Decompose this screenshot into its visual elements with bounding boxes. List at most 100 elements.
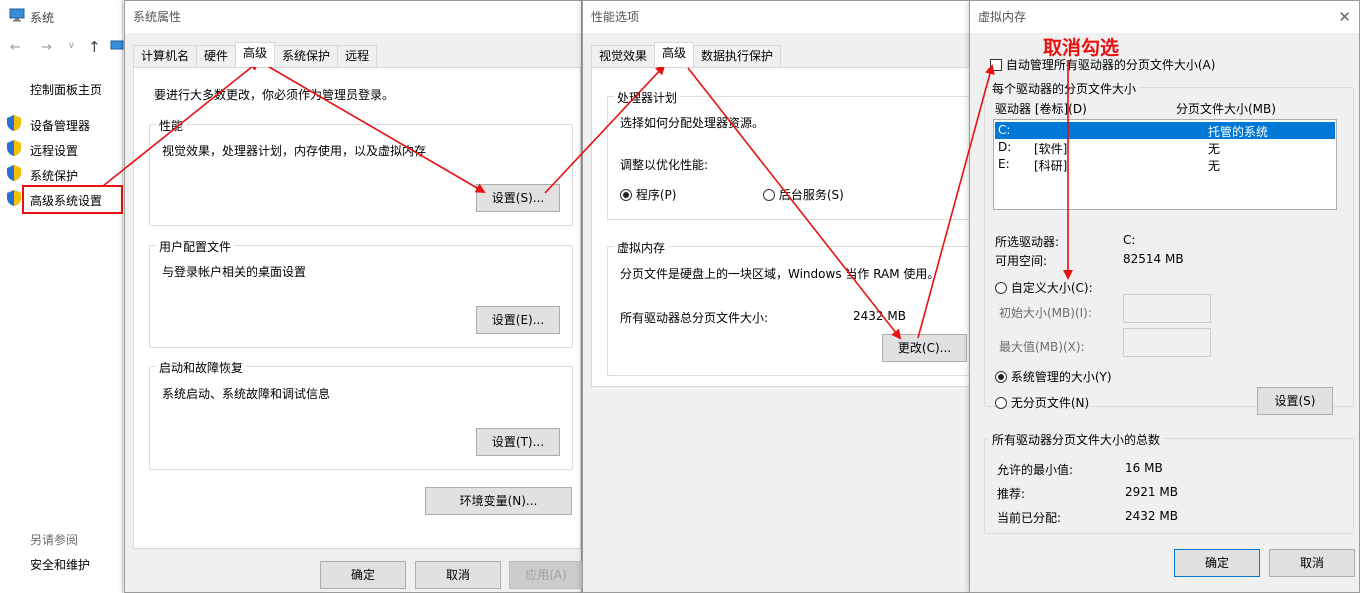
security-maintenance-link[interactable]: 安全和维护 [30,556,90,573]
dialog-title: 系统属性 [125,1,581,33]
change-button[interactable]: 更改(C)... [882,334,967,362]
tab-strip: 视觉效果 高级 数据执行保护 [591,42,782,67]
drive-size: 无 [1208,159,1221,173]
tab-hardware[interactable]: 硬件 [196,45,237,67]
column-size: 分页文件大小(MB) [1176,102,1276,116]
apply-button[interactable]: 应用(A) [509,561,583,589]
radio-label: 系统管理的大小(Y) [1010,370,1112,384]
radio-label: 程序(P) [635,188,677,202]
close-icon[interactable]: ✕ [1338,8,1351,26]
shield-icon [7,115,21,131]
chevron-down-icon[interactable]: ∨ [68,41,75,51]
group-label: 所有驱动器分页文件大小的总数 [989,431,1164,448]
dialog-title: 性能选项 [583,1,969,33]
group-label: 启动和故障恢复 [156,359,247,376]
selected-drive-label: 所选驱动器: [995,235,1060,249]
min-allowed-label: 允许的最小值: [997,463,1074,477]
total-paging-label: 所有驱动器总分页文件大小: [620,311,769,325]
tab-dep[interactable]: 数据执行保护 [693,45,782,67]
cancel-button[interactable]: 取消 [1269,549,1355,577]
window-title: 系统 [30,11,55,25]
radio-label: 自定义大小(C): [1010,281,1093,295]
recommended-label: 推荐: [997,487,1026,501]
drive-letter: D: [998,140,1012,154]
drive-size: 托管的系统 [1208,125,1269,139]
checkbox-box[interactable] [990,59,1002,71]
no-paging-radio[interactable]: 无分页文件(N) [995,394,1089,411]
profile-settings-button[interactable]: 设置(E)... [476,306,560,334]
performance-group: 性能 视觉效果，处理器计划，内存使用，以及虚拟内存 设置(S)... [149,117,573,226]
system-managed-radio[interactable]: 系统管理的大小(Y) [995,368,1112,385]
auto-manage-checkbox[interactable]: 自动管理所有驱动器的分页文件大小(A) [990,56,1215,73]
system-properties-dialog: 系统属性 计算机名 硬件 高级 系统保护 远程 要进行大多数更改，你必须作为管理… [124,0,583,593]
list-item[interactable]: E: [科研] 无 [995,156,1335,173]
tab-advanced[interactable]: 高级 [654,42,695,67]
currently-allocated-value: 2432 MB [1125,509,1178,523]
tab-system-protection[interactable]: 系统保护 [274,45,339,67]
max-size-input[interactable] [1123,328,1211,357]
initial-size-input[interactable] [1123,294,1211,323]
group-desc: 分页文件是硬盘上的一块区域，Windows 当作 RAM 使用。 [620,267,940,281]
max-size-label: 最大值(MB)(X): [999,340,1085,354]
virtual-memory-group: 虚拟内存 分页文件是硬盘上的一块区域，Windows 当作 RAM 使用。 所有… [607,239,972,376]
device-manager-link[interactable]: 设备管理器 [30,117,90,134]
radio-dot[interactable] [620,189,632,201]
radio-dot[interactable] [995,371,1007,383]
monitor-small-icon [110,40,124,50]
group-desc: 选择如何分配处理器资源。 [620,116,765,130]
tab-strip: 计算机名 硬件 高级 系统保护 远程 [133,42,378,67]
ok-button[interactable]: 确定 [320,561,406,589]
group-label: 用户配置文件 [156,238,235,255]
group-label: 虚拟内存 [614,239,669,256]
min-allowed-value: 16 MB [1125,461,1163,475]
radio-label: 后台服务(S) [778,188,844,202]
advanced-settings-link[interactable]: 高级系统设置 [30,192,102,209]
tab-computer-name[interactable]: 计算机名 [133,45,198,67]
forward-arrow-icon[interactable]: → [41,40,52,55]
startup-settings-button[interactable]: 设置(T)... [476,428,560,456]
virtual-memory-dialog: 虚拟内存 ✕ 取消勾选 自动管理所有驱动器的分页文件大小(A) 每个驱动器的分页… [969,0,1360,593]
tab-panel: 处理器计划 选择如何分配处理器资源。 调整以优化性能: 程序(P) 后台服务(S… [591,67,972,387]
drive-letter: E: [998,157,1010,171]
startup-recovery-group: 启动和故障恢复 系统启动、系统故障和调试信息 设置(T)... [149,359,573,470]
see-also-heading: 另请参阅 [30,533,79,547]
performance-settings-button[interactable]: 设置(S)... [476,184,560,212]
tab-remote[interactable]: 远程 [337,45,378,67]
dialog-title: 虚拟内存 [970,1,1359,33]
available-space-label: 可用空间: [995,254,1048,268]
drive-size: 无 [1208,142,1221,156]
shield-icon [7,165,21,181]
control-panel-home-link[interactable]: 控制面板主页 [30,81,102,98]
user-profile-group: 用户配置文件 与登录帐户相关的桌面设置 设置(E)... [149,238,573,348]
total-group: 所有驱动器分页文件大小的总数 允许的最小值: 16 MB 推荐: 2921 MB… [984,431,1354,534]
set-button[interactable]: 设置(S) [1257,387,1333,415]
total-paging-value: 2432 MB [853,309,906,323]
cancel-button[interactable]: 取消 [415,561,501,589]
tab-visual-effects[interactable]: 视觉效果 [591,45,656,67]
monitor-icon [9,8,25,22]
up-arrow-icon[interactable]: ↑ [88,38,101,56]
custom-size-radio[interactable]: 自定义大小(C): [995,279,1093,296]
remote-settings-link[interactable]: 远程设置 [30,142,78,159]
radio-dot[interactable] [995,282,1007,294]
radio-label: 无分页文件(N) [1010,396,1090,410]
programs-radio[interactable]: 程序(P) [620,186,676,203]
available-space-value: 82514 MB [1123,252,1184,266]
column-drive: 驱动器 [卷标](D) [995,102,1087,116]
system-window: 系统 ← → ∨ ↑ 控制面板主页 设备管理器 远程设置 系统保护 高级系统设置… [0,0,124,593]
background-services-radio[interactable]: 后台服务(S) [763,186,844,203]
drive-list[interactable]: C: 托管的系统 D: [软件] 无 E: [科研] 无 [993,119,1337,210]
admin-note: 要进行大多数更改，你必须作为管理员登录。 [154,88,395,102]
selected-drive-value: C: [1123,233,1136,247]
group-label: 每个驱动器的分页文件大小 [989,80,1140,97]
tab-advanced[interactable]: 高级 [235,42,276,67]
system-protection-link[interactable]: 系统保护 [30,167,78,184]
ok-button[interactable]: 确定 [1174,549,1260,577]
radio-dot[interactable] [995,397,1007,409]
list-item[interactable]: D: [软件] 无 [995,139,1335,156]
processor-scheduling-group: 处理器计划 选择如何分配处理器资源。 调整以优化性能: 程序(P) 后台服务(S… [607,89,972,220]
environment-variables-button[interactable]: 环境变量(N)... [425,487,572,515]
back-arrow-icon[interactable]: ← [10,40,21,55]
list-item[interactable]: C: 托管的系统 [995,122,1335,139]
radio-dot[interactable] [763,189,775,201]
